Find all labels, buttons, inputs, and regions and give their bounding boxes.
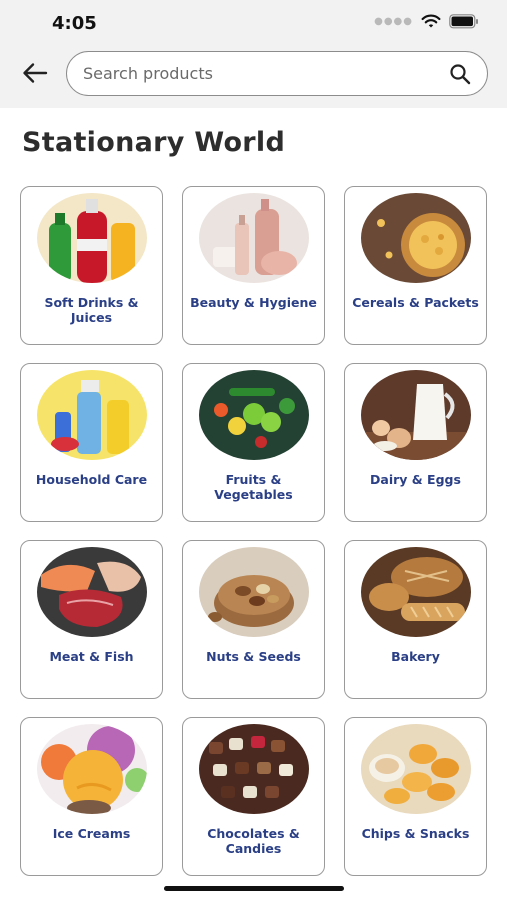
category-card-beauty[interactable]: Beauty & Hygiene (182, 186, 325, 345)
status-icons: ●●●● (374, 14, 479, 29)
battery-icon (449, 14, 479, 29)
category-label: Soft Drinks & Juices (44, 295, 139, 325)
category-card-chocolates[interactable]: Chocolates & Candies (182, 717, 325, 876)
home-indicator (164, 886, 344, 891)
status-time: 4:05 (52, 13, 97, 34)
category-card-soft-drinks[interactable]: Soft Drinks & Juices (20, 186, 163, 345)
category-card-bakery[interactable]: Bakery (344, 540, 487, 699)
category-card-cereals[interactable]: Cereals & Packets (344, 186, 487, 345)
dairy-image (360, 370, 471, 460)
category-label: Cereals & Packets (352, 295, 479, 310)
bakery-image (360, 547, 471, 637)
category-label: Household Care (35, 472, 148, 487)
category-label: Ice Creams (52, 826, 131, 841)
category-card-household[interactable]: Household Care (20, 363, 163, 522)
category-label: Nuts & Seeds (206, 649, 301, 664)
search-input[interactable] (83, 64, 447, 83)
search-icon[interactable] (447, 61, 473, 87)
category-grid: Soft Drinks & Juices Beauty & Hygiene Ce… (20, 186, 488, 876)
chips-image (360, 724, 471, 814)
soft-drinks-image (36, 193, 147, 283)
category-card-nuts[interactable]: Nuts & Seeds (182, 540, 325, 699)
category-label: Meat & Fish (49, 649, 134, 664)
category-card-chips[interactable]: Chips & Snacks (344, 717, 487, 876)
category-label: Bakery (391, 649, 440, 664)
beauty-image (198, 193, 309, 283)
fruits-image (198, 370, 309, 460)
category-card-fruits[interactable]: Fruits & Vegetables (182, 363, 325, 522)
category-label: Beauty & Hygiene (190, 295, 317, 310)
cereals-image (360, 193, 471, 283)
chocolates-image (198, 724, 309, 814)
category-label: Dairy & Eggs (370, 472, 461, 487)
wifi-icon (421, 14, 441, 29)
search-bar[interactable] (66, 51, 488, 96)
category-label: Chips & Snacks (361, 826, 470, 841)
category-card-meat[interactable]: Meat & Fish (20, 540, 163, 699)
category-card-dairy[interactable]: Dairy & Eggs (344, 363, 487, 522)
page-title: Stationary World (22, 127, 286, 158)
category-label: Fruits & Vegetables (214, 472, 293, 502)
category-label: Chocolates & Candies (207, 826, 300, 856)
meat-image (36, 547, 147, 637)
signal-dots-icon: ●●●● (374, 16, 413, 27)
back-button[interactable] (18, 58, 52, 92)
ice-cream-image (36, 724, 147, 814)
arrow-left-icon (22, 62, 48, 88)
household-image (36, 370, 147, 460)
nuts-image (198, 547, 309, 637)
category-card-ice-creams[interactable]: Ice Creams (20, 717, 163, 876)
